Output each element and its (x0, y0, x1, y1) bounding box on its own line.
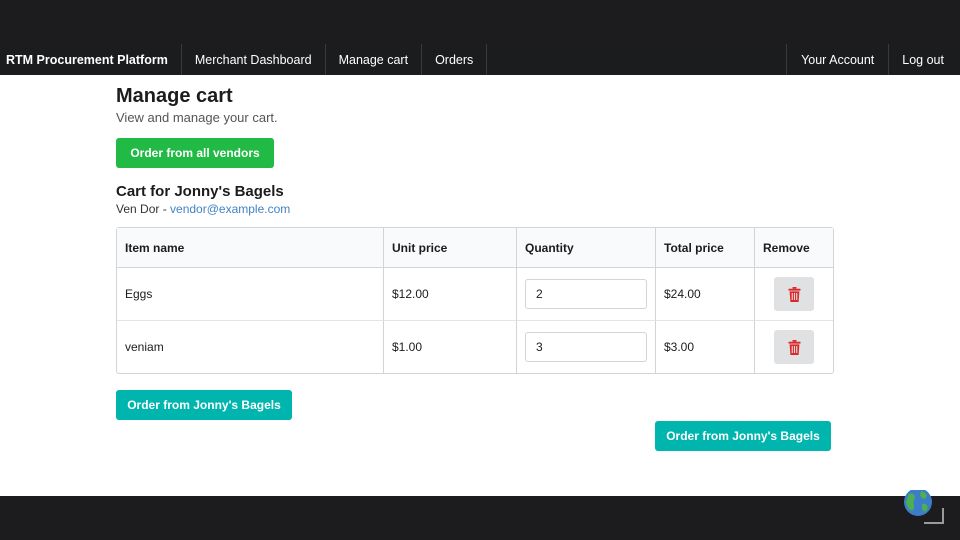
vendor-info: Ven Dor - vendor@example.com (116, 202, 290, 216)
quantity-input[interactable] (525, 279, 647, 309)
nav-orders[interactable]: Orders (422, 44, 488, 75)
cart-title: Cart for Jonny's Bagels (116, 183, 284, 200)
bottom-bar (0, 496, 960, 540)
remove-cell (755, 268, 833, 321)
column-header-total-price: Total price (656, 228, 755, 268)
nav-brand[interactable]: RTM Procurement Platform (0, 44, 182, 75)
main-content: Manage cart View and manage your cart. O… (0, 75, 960, 496)
quantity-input[interactable] (525, 332, 647, 362)
table-header-row: Item name Unit price Quantity Total pric… (117, 228, 833, 268)
nav-merchant-dashboard[interactable]: Merchant Dashboard (182, 44, 326, 75)
total-price: $24.00 (656, 268, 755, 321)
table-row: Eggs $12.00 $24.00 (117, 268, 833, 321)
page-subtitle: View and manage your cart. (116, 110, 278, 125)
nav-manage-cart[interactable]: Manage cart (326, 44, 423, 75)
trash-icon (788, 339, 800, 355)
column-header-quantity: Quantity (517, 228, 656, 268)
order-all-vendors-button[interactable]: Order from all vendors (116, 138, 274, 168)
remove-cell (755, 321, 833, 373)
table-row: veniam $1.00 $3.00 (117, 321, 833, 373)
remove-item-button[interactable] (774, 277, 814, 311)
item-name: veniam (117, 321, 384, 373)
top-navbar: RTM Procurement Platform Merchant Dashbo… (0, 44, 960, 76)
vendor-email-link[interactable]: vendor@example.com (170, 202, 290, 216)
remove-item-button[interactable] (774, 330, 814, 364)
quantity-cell (517, 268, 656, 321)
unit-price: $12.00 (384, 268, 517, 321)
column-header-item-name: Item name (117, 228, 384, 268)
globe-icon (904, 490, 944, 524)
order-vendor-button[interactable]: Order from Jonny's Bagels (116, 390, 292, 420)
top-bar (0, 0, 960, 44)
nav-spacer (487, 44, 788, 75)
nav-log-out[interactable]: Log out (889, 44, 960, 75)
column-header-remove: Remove (755, 228, 833, 268)
cart-table: Item name Unit price Quantity Total pric… (116, 227, 834, 374)
trash-icon (788, 286, 800, 302)
quantity-cell (517, 321, 656, 373)
vendor-name: Ven Dor - (116, 202, 171, 216)
unit-price: $1.00 (384, 321, 517, 373)
item-name: Eggs (117, 268, 384, 321)
total-price: $3.00 (656, 321, 755, 373)
page-title: Manage cart (116, 85, 233, 107)
order-vendor-button-secondary[interactable]: Order from Jonny's Bagels (655, 421, 831, 451)
column-header-unit-price: Unit price (384, 228, 517, 268)
nav-your-account[interactable]: Your Account (787, 44, 890, 75)
